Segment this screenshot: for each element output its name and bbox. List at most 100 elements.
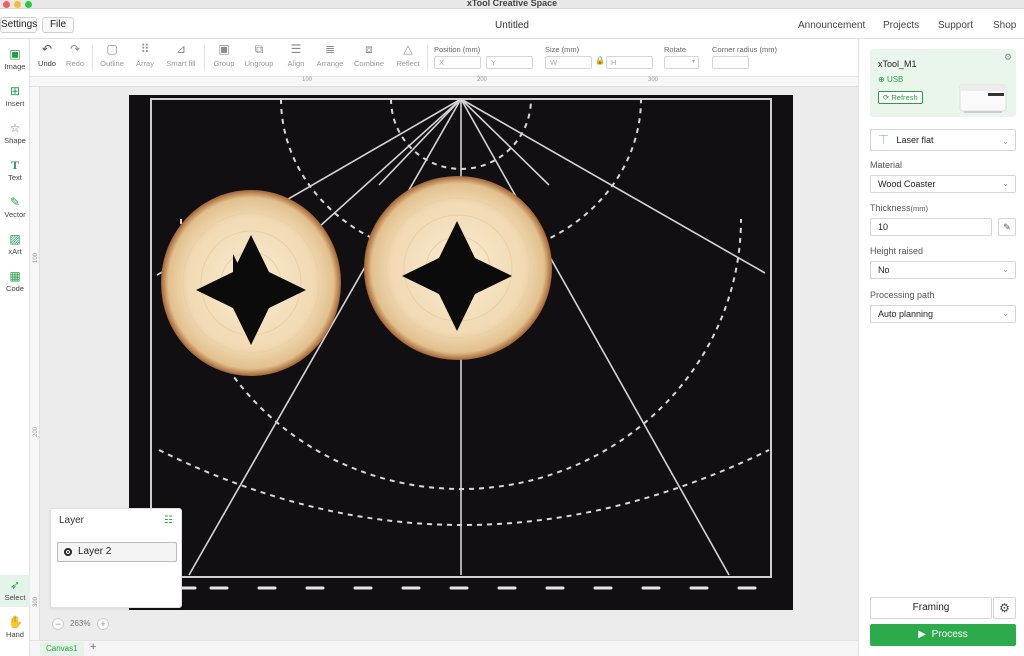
sidebar-item-label: Image [4,62,26,71]
rotate-input[interactable]: ▾ [664,56,699,69]
group-button[interactable]: ▣ Group [207,43,241,69]
sidebar-item-shape[interactable]: ☆ Shape [0,121,30,145]
menu-bar: Settings File Untitled Announcement Proj… [0,9,1024,39]
smart-fill-label: Smart fill [166,59,196,68]
zoom-out-button[interactable]: − [52,618,64,630]
device-card[interactable]: xTool_M1 ⊕ USB ⟳ Refresh ⚙ [870,49,1016,117]
nav-announcement[interactable]: Announcement [798,20,865,31]
layer-settings-icon[interactable]: ☷ [164,515,173,526]
material-label: Material [870,160,903,170]
lock-ratio-icon[interactable]: 🔒 [595,56,605,65]
processing-mode-select[interactable]: ⏉ Laser flat ⌄ [870,129,1016,151]
image-icon: ▣ [9,47,21,61]
position-x-input[interactable]: X [434,56,481,69]
sidebar-item-label: Hand [6,630,24,639]
left-sidebar: ▣ Image ⊞ Insert ☆ Shape T Text ✎ Vector… [0,39,30,656]
measure-icon: ✎ [1003,222,1011,232]
ruler-vertical: 100 200 300 [30,87,40,640]
array-button[interactable]: ⠿ Array [128,43,162,69]
chevron-down-icon: ⌄ [1002,309,1009,318]
sidebar-item-select[interactable]: ➶ Select [0,575,30,607]
measure-button[interactable]: ✎ [998,218,1016,236]
height-raised-value: No [878,265,890,275]
arrange-button[interactable]: ≣ Arrange [313,43,347,69]
hand-icon: ✋ [8,615,23,629]
align-button[interactable]: ☰ Align [279,43,313,69]
sidebar-item-image[interactable]: ▣ Image [0,47,30,71]
device-settings-icon[interactable]: ⚙ [1004,52,1012,63]
rotate-label: Rotate [664,45,687,54]
connection-status: ⊕ USB [878,75,903,84]
reflect-label: Reflect [396,59,420,68]
toolbar-divider [204,45,205,71]
arrange-label: Arrange [316,59,344,68]
ruler-tick-label: 300 [648,77,659,83]
combine-button[interactable]: ⧈ Combine [352,42,386,69]
thickness-input[interactable]: 10 [870,218,992,236]
app-title: xTool Creative Space [466,0,558,8]
canvas-tabs: Canvas1 + [30,640,858,656]
sidebar-item-code[interactable]: ▦ Code [0,269,30,293]
laser-flat-icon: ⏉ [879,135,889,145]
processing-path-select[interactable]: Auto planning ⌄ [870,305,1016,323]
redo-label: Redo [66,59,84,68]
refresh-button[interactable]: ⟳ Refresh [878,91,923,104]
tab-canvas1[interactable]: Canvas1 [40,642,84,656]
height-raised-select[interactable]: No ⌄ [870,261,1016,279]
redo-button[interactable]: ↷ Redo [58,43,92,69]
device-image [959,84,1007,113]
array-label: Array [136,59,154,68]
add-canvas-button[interactable]: + [90,641,96,653]
sidebar-item-label: xArt [8,247,22,256]
corner-radius-label: Corner radius (mm) [712,45,778,54]
right-panel: xTool_M1 ⊕ USB ⟳ Refresh ⚙ ⏉ Laser flat … [858,39,1024,656]
corner-radius-input[interactable] [712,56,749,69]
layer-row[interactable]: Layer 2 [57,542,177,562]
sidebar-item-insert[interactable]: ⊞ Insert [0,84,30,108]
toolbar-divider [427,45,428,71]
nav-shop[interactable]: Shop [993,20,1016,31]
outline-label: Outline [100,59,124,68]
play-icon: ▶ [918,629,926,640]
reflect-button[interactable]: △ Reflect [391,43,425,69]
framing-button[interactable]: Framing [870,597,992,619]
chevron-down-icon: ⌄ [1002,137,1009,146]
xart-icon: ▨ [9,232,21,246]
sidebar-item-xart[interactable]: ▨ xArt [0,232,30,256]
process-button[interactable]: ▶ Process [870,624,1016,646]
framing-settings-button[interactable]: ⚙ [993,597,1016,619]
thickness-label-text: Thickness [870,203,911,213]
sidebar-item-label: Insert [5,99,25,108]
position-y-input[interactable]: Y [486,56,533,69]
combine-label: Combine [353,59,384,68]
layer-panel: Layer ☷ Layer 2 [50,508,182,608]
processing-path-value: Auto planning [878,309,934,319]
sidebar-item-label: Select [4,593,26,602]
processing-path-label: Processing path [870,290,935,300]
material-select[interactable]: Wood Coaster ⌄ [870,175,1016,193]
size-h-input[interactable]: H [606,56,653,69]
combine-icon: ⧈ [365,42,373,56]
sidebar-item-text[interactable]: T Text [0,158,30,182]
text-icon: T [10,158,19,172]
layer-radio-icon[interactable] [64,548,72,556]
smart-fill-button[interactable]: ⊿ Smart fill [164,43,198,69]
ungroup-icon: ⧉ [254,42,264,56]
nav-support[interactable]: Support [938,20,973,31]
sidebar-item-hand[interactable]: ✋ Hand [0,615,30,639]
undo-icon: ↶ [41,42,53,56]
refresh-icon: ⟳ [883,93,890,102]
sidebar-item-vector[interactable]: ✎ Vector [0,195,30,219]
ungroup-label: Ungroup [244,59,274,68]
work-area-camera-image[interactable] [129,95,793,610]
ungroup-button[interactable]: ⧉ Ungroup [242,42,276,69]
material-value: Wood Coaster [878,179,936,189]
nav-projects[interactable]: Projects [883,20,919,31]
outline-button[interactable]: ▢ Outline [95,43,129,69]
ruler-tick-label: 200 [477,77,488,83]
zoom-in-button[interactable]: + [97,618,109,630]
size-w-input[interactable]: W [545,56,592,69]
refresh-label: Refresh [891,93,918,102]
shape-icon: ☆ [9,121,21,135]
sidebar-item-label: Vector [4,210,26,219]
